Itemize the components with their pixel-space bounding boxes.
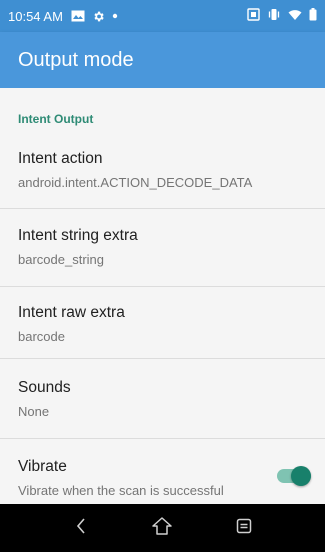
gear-icon — [92, 10, 105, 23]
back-button[interactable] — [61, 508, 101, 548]
app-bar: Output mode — [0, 32, 325, 88]
recents-icon — [236, 518, 252, 539]
status-time: 10:54 AM — [8, 8, 63, 24]
battery-icon — [309, 8, 317, 24]
page-title: Output mode — [18, 48, 134, 71]
pref-title: Vibrate — [18, 458, 67, 475]
home-button[interactable] — [142, 508, 182, 548]
pref-summary: android.intent.ACTION_DECODE_DATA — [18, 175, 253, 190]
pref-title: Intent raw extra — [18, 304, 125, 321]
pref-intent-action[interactable]: Intent action android.intent.ACTION_DECO… — [0, 138, 325, 202]
pref-summary: barcode — [18, 329, 65, 344]
pref-title: Intent action — [18, 150, 103, 167]
dot-icon — [112, 13, 118, 19]
pref-title: Intent string extra — [18, 227, 138, 244]
section-header-intent-output: Intent Output — [18, 112, 94, 126]
toggle-thumb — [291, 466, 311, 486]
cast-icon — [247, 8, 260, 24]
pref-summary: Vibrate when the scan is successful — [18, 483, 224, 498]
pref-vibrate[interactable]: Vibrate Vibrate when the scan is success… — [0, 439, 325, 504]
pref-intent-string-extra[interactable]: Intent string extra barcode_string — [0, 209, 325, 287]
preferences-list: Intent Output Intent action android.inte… — [0, 88, 325, 504]
pref-summary: None — [18, 404, 50, 419]
status-bar: 10:54 AM — [0, 0, 325, 32]
vibrate-icon — [267, 8, 281, 24]
pref-intent-raw-extra[interactable]: Intent raw extra barcode — [0, 287, 325, 365]
vibrate-toggle[interactable] — [277, 466, 311, 486]
home-icon — [151, 516, 173, 541]
navigation-bar — [0, 504, 325, 552]
status-right-icons — [247, 8, 317, 24]
back-icon — [74, 517, 88, 540]
pref-title: Sounds — [18, 379, 71, 396]
pref-summary: barcode_string — [18, 252, 104, 267]
image-icon — [71, 10, 85, 22]
wifi-icon — [288, 9, 302, 24]
pref-sounds[interactable]: Sounds None — [0, 359, 325, 437]
recents-button[interactable] — [224, 508, 264, 548]
